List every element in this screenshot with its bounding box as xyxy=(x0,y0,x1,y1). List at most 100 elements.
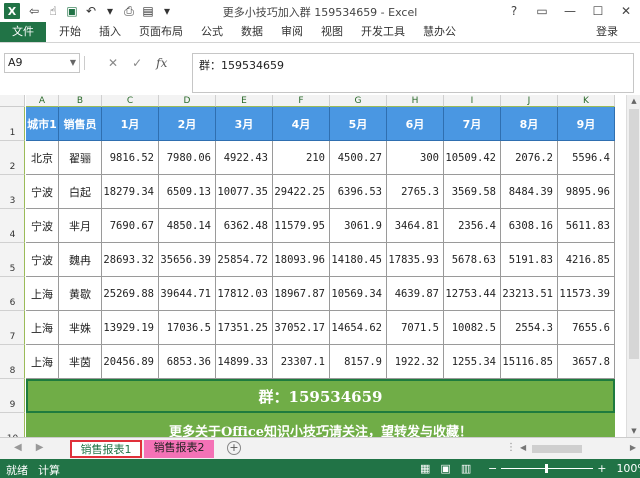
minimize-button[interactable]: — xyxy=(556,0,584,22)
sheet-next-icon[interactable]: ▶ xyxy=(36,442,44,453)
customize-qat-icon[interactable]: ▾ xyxy=(158,2,176,20)
row-header-8[interactable]: 8 xyxy=(0,345,25,379)
column-header-I[interactable]: I xyxy=(444,95,501,107)
sales-value-cell[interactable]: 210 xyxy=(273,141,330,175)
tab-data[interactable]: 数据 xyxy=(232,22,272,42)
table-header-cell[interactable]: 9月 xyxy=(558,107,615,141)
salesperson-cell[interactable]: 黄歇 xyxy=(59,277,102,311)
column-header-G[interactable]: G xyxy=(330,95,387,107)
sales-value-cell[interactable]: 4216.85 xyxy=(558,243,615,277)
sales-value-cell[interactable]: 300 xyxy=(387,141,444,175)
city-cell[interactable]: 宁波 xyxy=(26,175,59,209)
sales-value-cell[interactable]: 6308.16 xyxy=(501,209,558,243)
sales-value-cell[interactable]: 10509.42 xyxy=(444,141,501,175)
horizontal-scrollbar[interactable]: ◀ ▶ xyxy=(520,443,638,455)
sales-value-cell[interactable]: 29422.25 xyxy=(273,175,330,209)
hscroll-thumb[interactable] xyxy=(532,445,582,453)
tab-huibangong[interactable]: 慧办公 xyxy=(414,22,465,42)
normal-view-icon[interactable]: ▦ xyxy=(420,462,430,475)
sales-value-cell[interactable]: 1255.34 xyxy=(444,345,501,379)
sales-value-cell[interactable]: 18279.34 xyxy=(102,175,159,209)
row-header-2[interactable]: 2 xyxy=(0,141,25,175)
name-box[interactable]: A9 ▼ xyxy=(4,53,80,73)
sales-value-cell[interactable]: 17036.5 xyxy=(159,311,216,345)
sales-value-cell[interactable]: 17351.25 xyxy=(216,311,273,345)
sales-value-cell[interactable]: 11573.39 xyxy=(558,277,615,311)
table-header-cell[interactable]: 2月 xyxy=(159,107,216,141)
print-preview-icon[interactable]: ⎙ xyxy=(120,2,138,20)
add-sheet-icon[interactable]: + xyxy=(227,441,241,455)
sheet-prev-icon[interactable]: ◀ xyxy=(14,442,22,453)
sales-value-cell[interactable]: 8484.39 xyxy=(501,175,558,209)
salesperson-cell[interactable]: 芈茵 xyxy=(59,345,102,379)
sales-value-cell[interactable]: 4922.43 xyxy=(216,141,273,175)
row-header-7[interactable]: 7 xyxy=(0,311,25,345)
sheet-tab-1[interactable]: 销售报表1 xyxy=(70,440,142,458)
column-header-K[interactable]: K xyxy=(558,95,615,107)
tab-insert[interactable]: 插入 xyxy=(90,22,130,42)
scroll-up-icon[interactable]: ▲ xyxy=(627,95,640,107)
city-cell[interactable]: 宁波 xyxy=(26,243,59,277)
sales-value-cell[interactable]: 23307.1 xyxy=(273,345,330,379)
city-cell[interactable]: 上海 xyxy=(26,311,59,345)
sales-value-cell[interactable]: 4850.14 xyxy=(159,209,216,243)
zoom-in-icon[interactable]: + xyxy=(597,462,606,475)
sales-value-cell[interactable]: 25854.72 xyxy=(216,243,273,277)
sales-value-cell[interactable]: 15116.85 xyxy=(501,345,558,379)
row-header-5[interactable]: 5 xyxy=(0,243,25,277)
sales-value-cell[interactable]: 11579.95 xyxy=(273,209,330,243)
sales-value-cell[interactable]: 7690.67 xyxy=(102,209,159,243)
sales-value-cell[interactable]: 6853.36 xyxy=(159,345,216,379)
sales-value-cell[interactable]: 8157.9 xyxy=(330,345,387,379)
sales-value-cell[interactable]: 37052.17 xyxy=(273,311,330,345)
column-header-J[interactable]: J xyxy=(501,95,558,107)
table-header-cell[interactable]: 1月 xyxy=(102,107,159,141)
sales-value-cell[interactable]: 9816.52 xyxy=(102,141,159,175)
sales-value-cell[interactable]: 5611.83 xyxy=(558,209,615,243)
login-link[interactable]: 登录 xyxy=(596,22,618,42)
formula-input[interactable]: 群：159534659 xyxy=(192,53,634,93)
row-header-3[interactable]: 3 xyxy=(0,175,25,209)
sales-value-cell[interactable]: 6362.48 xyxy=(216,209,273,243)
salesperson-cell[interactable]: 魏冉 xyxy=(59,243,102,277)
sales-value-cell[interactable]: 3657.8 xyxy=(558,345,615,379)
zoom-level[interactable]: 100% xyxy=(616,462,640,475)
salesperson-cell[interactable]: 芈姝 xyxy=(59,311,102,345)
undo-dropdown-icon[interactable]: ▾ xyxy=(101,2,119,20)
sales-value-cell[interactable]: 14180.45 xyxy=(330,243,387,277)
save-icon[interactable]: ▣ xyxy=(63,2,81,20)
page-layout-view-icon[interactable]: ▣ xyxy=(440,462,450,475)
table-header-cell[interactable]: 4月 xyxy=(273,107,330,141)
city-cell[interactable]: 上海 xyxy=(26,345,59,379)
row-header-6[interactable]: 6 xyxy=(0,277,25,311)
qq-group-banner[interactable]: 群：159534659 xyxy=(26,379,615,413)
close-button[interactable]: ✕ xyxy=(612,0,640,22)
sales-value-cell[interactable]: 10082.5 xyxy=(444,311,501,345)
sales-value-cell[interactable]: 10569.34 xyxy=(330,277,387,311)
sales-value-cell[interactable]: 39644.71 xyxy=(159,277,216,311)
maximize-button[interactable]: ☐ xyxy=(584,0,612,22)
city-cell[interactable]: 上海 xyxy=(26,277,59,311)
cancel-icon[interactable]: ✕ xyxy=(108,56,118,70)
touch-mode-icon[interactable]: ☝ xyxy=(44,2,62,20)
table-header-cell[interactable]: 7月 xyxy=(444,107,501,141)
sales-value-cell[interactable]: 7655.6 xyxy=(558,311,615,345)
sheet-tab-2[interactable]: 销售报表2 xyxy=(144,440,214,458)
tab-file[interactable]: 文件 xyxy=(0,22,46,42)
sales-value-cell[interactable]: 18967.87 xyxy=(273,277,330,311)
sales-value-cell[interactable]: 1922.32 xyxy=(387,345,444,379)
tab-page-layout[interactable]: 页面布局 xyxy=(130,22,192,42)
sales-value-cell[interactable]: 9895.96 xyxy=(558,175,615,209)
back-icon[interactable]: ⇦ xyxy=(25,2,43,20)
sales-value-cell[interactable]: 2076.2 xyxy=(501,141,558,175)
undo-icon[interactable]: ↶ xyxy=(82,2,100,20)
table-header-cell[interactable]: 5月 xyxy=(330,107,387,141)
sales-value-cell[interactable]: 18093.96 xyxy=(273,243,330,277)
help-button[interactable]: ? xyxy=(500,0,528,22)
split-handle-icon[interactable]: ⋮ xyxy=(506,442,516,453)
sales-value-cell[interactable]: 17835.93 xyxy=(387,243,444,277)
sales-value-cell[interactable]: 7980.06 xyxy=(159,141,216,175)
table-header-cell[interactable]: 销售员 xyxy=(59,107,102,141)
table-header-cell[interactable]: 6月 xyxy=(387,107,444,141)
column-header-E[interactable]: E xyxy=(216,95,273,107)
